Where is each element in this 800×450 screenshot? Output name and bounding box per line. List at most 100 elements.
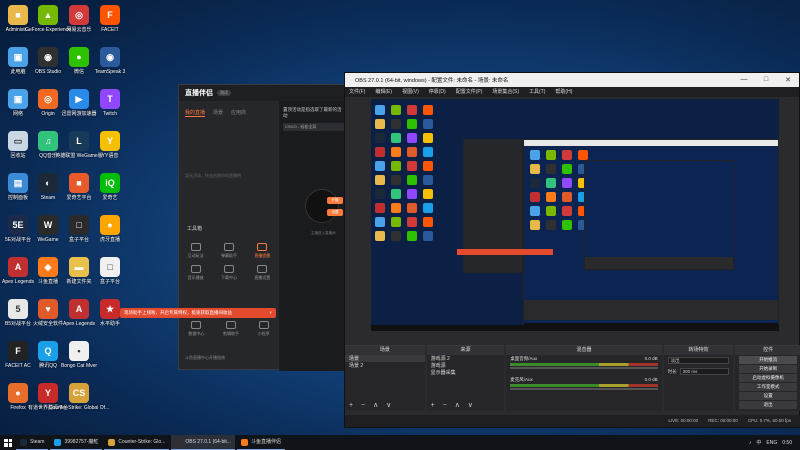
desktop-shortcut[interactable]: 5E 5E对战平台 [2, 212, 34, 252]
desktop-shortcut[interactable]: ◎ Origin [32, 86, 64, 126]
duration-input[interactable]: 300 ms [679, 368, 730, 375]
tool-miniapp[interactable]: 小程序 [258, 321, 270, 337]
source-item[interactable]: 游戏源 2 [427, 355, 505, 362]
category-select[interactable]: CSGO - 轻松全局 [283, 123, 345, 131]
tab-scenes[interactable]: 场景 [213, 109, 223, 117]
volume-icon[interactable]: ♪ [749, 440, 752, 446]
desktop-shortcut[interactable]: ▣ 网络 [2, 86, 34, 126]
desktop-shortcut[interactable]: T Twitch [94, 86, 126, 126]
menu-scene-collection[interactable]: 场景集合(S) [492, 87, 519, 97]
tool-download[interactable]: 下载中心 [221, 265, 237, 281]
ime-indicator[interactable]: 中 [756, 439, 761, 446]
exit-button[interactable]: 退出 [739, 401, 797, 409]
close-icon[interactable]: ✕ [777, 76, 799, 84]
desktop-shortcut[interactable]: □ 盒子平台 [63, 212, 95, 252]
desktop-shortcut[interactable]: A Apex Legends [63, 296, 95, 336]
scene-item[interactable]: 场景 2 [345, 362, 425, 369]
desktop-shortcut[interactable]: ● 虎牙直播 [94, 212, 126, 252]
taskbar-item[interactable]: Steam [16, 435, 49, 450]
desktop-shortcut[interactable]: ♫ QQ音乐 [32, 128, 64, 168]
desktop-shortcut[interactable]: ▬ 新建文件夹 [63, 254, 95, 294]
desktop-shortcut[interactable]: Q 腾讯QQ [32, 338, 64, 378]
desktop-shortcut-label: 5E对战平台 [4, 237, 32, 243]
obs-preview-canvas[interactable] [371, 99, 779, 331]
start-streaming-button[interactable]: 开始推流 [739, 356, 797, 364]
minimize-icon[interactable]: — [733, 76, 755, 84]
desktop-shortcut[interactable]: ◎ 网易云音乐 [63, 2, 95, 42]
notification-toast[interactable]: 现场助手上线啦，开启专属特权，极速获取直播间收益 × [120, 308, 276, 318]
desktop-shortcut[interactable]: L 英雄联盟 WeGame版 [55, 128, 103, 168]
tool-data[interactable]: 数据中心 [188, 321, 204, 337]
start-button[interactable] [0, 435, 16, 450]
desktop-shortcut[interactable]: □ 盒子平台 [94, 254, 126, 294]
tab-apps[interactable]: 应用商 [231, 109, 246, 117]
clock[interactable]: 0:50 [782, 440, 792, 446]
tool-danmaku[interactable]: 弹幕助手 [221, 243, 237, 259]
desktop-shortcut[interactable]: ● Firefox [2, 380, 34, 420]
live-side-panel: 置顶活动是指选取了最新的活动 CSGO - 轻松全局 开播 设置 主播进入直播间 [279, 101, 349, 371]
desktop-shortcut[interactable]: F FACEIT [94, 2, 126, 42]
desktop-shortcut[interactable]: ■ 爱奇艺平台 [63, 170, 95, 210]
desktop-shortcut[interactable]: ▶ 迅雷网游加速器 [62, 86, 97, 126]
taskbar-item[interactable]: OBS 27.0.1 (64-bit... [171, 435, 235, 450]
sources-controls[interactable]: + − ∧ ∨ [431, 401, 476, 409]
desktop-shortcut[interactable]: F FACEIT AC [2, 338, 34, 378]
menu-dock[interactable]: 停靠(D) [429, 87, 446, 97]
desktop-shortcut[interactable]: ● 微信 [63, 44, 95, 84]
desktop-shortcut[interactable]: A Apex Legends [2, 254, 34, 294]
tool-interactive[interactable]: 互动玩法 [188, 243, 204, 259]
start-live-button[interactable]: 开播 [327, 197, 343, 204]
scenes-controls[interactable]: + − ∧ ∨ [349, 401, 394, 409]
desktop-shortcut[interactable]: ♥ 火绒安全软件 [32, 296, 64, 336]
settings-button[interactable]: 设置 [739, 392, 797, 400]
menu-profile[interactable]: 配置文件(P) [456, 87, 483, 97]
desktop-shortcut[interactable]: ◉ OBS Studio [32, 44, 64, 84]
desktop-shortcut[interactable]: ■ Administr... [2, 2, 34, 42]
virtual-camera-button[interactable]: 启动虚拟摄像机 [739, 374, 797, 382]
desktop-shortcut[interactable]: iQ 爱奇艺 [94, 170, 126, 210]
volume-slider[interactable] [510, 367, 658, 369]
menu-file[interactable]: 文件(F) [349, 87, 365, 97]
side-header: 置顶活动是指选取了最新的活动 [283, 107, 342, 118]
taskbar-item[interactable]: Counter-Strike: Glo... [104, 435, 170, 450]
source-item[interactable]: 显示器采集 [427, 369, 505, 376]
desktop-shortcut[interactable]: ▣ 此电脑 [2, 44, 34, 84]
start-recording-button[interactable]: 开始录制 [739, 365, 797, 373]
desktop-shortcut[interactable]: • Bongo Cat Mver [61, 338, 97, 378]
tool-clip[interactable]: 剪辑助手 [223, 321, 239, 337]
toast-close-icon[interactable]: × [269, 308, 276, 318]
obs-titlebar[interactable]: OBS 27.0.1 (64-bit, windows) - 配置文件: 未命名… [345, 73, 799, 87]
desktop-shortcut[interactable]: CS Counter-Strike: Global Of... [49, 380, 109, 420]
taskbar-item[interactable]: 斗鱼直播伴侣 [236, 435, 285, 450]
desktop-shortcut[interactable]: 5 B5对战平台 [2, 296, 34, 336]
transition-select[interactable]: 淡出 [667, 357, 730, 364]
desktop-shortcut[interactable]: ◐ Steam [32, 170, 64, 210]
scene-item[interactable]: 场景 [345, 355, 425, 362]
desktop-shortcut[interactable]: W WeGame [32, 212, 64, 252]
desktop-shortcut[interactable]: Y 有道世界翻译平台 [28, 380, 68, 420]
app-icon [240, 438, 248, 446]
desktop-shortcut[interactable]: ▲ GeForce Experience [25, 2, 71, 42]
desktop-shortcut[interactable]: ◉ TeamSpeak 3 [94, 44, 126, 84]
desktop-shortcut[interactable]: Y YY语音 [94, 128, 126, 168]
live-companion-titlebar[interactable]: 直播伴侣 测试 [179, 85, 347, 101]
desktop-shortcut[interactable]: ◆ 斗鱼直播 [32, 254, 64, 294]
menu-edit[interactable]: 编辑(E) [375, 87, 392, 97]
tool-live-reminder[interactable]: 直播提醒 [254, 243, 270, 259]
tool-settings[interactable]: 直播设置 [254, 265, 270, 281]
live-companion-footer[interactable]: 斗鱼直播中心开播指南 [185, 355, 225, 361]
tool-music[interactable]: 音乐播放 [188, 265, 204, 281]
maximize-icon[interactable]: □ [755, 76, 777, 84]
taskbar-item[interactable]: 39982757-魔魟 [50, 435, 103, 450]
language-indicator[interactable]: ENG [766, 440, 777, 446]
settings-button[interactable]: 设置 [327, 209, 343, 216]
volume-slider[interactable] [510, 388, 658, 390]
tab-my-live[interactable]: 我的直播 [185, 109, 206, 117]
menu-tools[interactable]: 工具(T) [529, 87, 545, 97]
menu-view[interactable]: 视图(V) [402, 87, 419, 97]
desktop-shortcut[interactable]: ▭ 回收站 [2, 128, 34, 168]
source-item[interactable]: 游戏源 [427, 362, 505, 369]
desktop-shortcut[interactable]: ▤ 控制面板 [2, 170, 34, 210]
studio-mode-button[interactable]: 工作室模式 [739, 383, 797, 391]
menu-help[interactable]: 帮助(H) [555, 87, 572, 97]
